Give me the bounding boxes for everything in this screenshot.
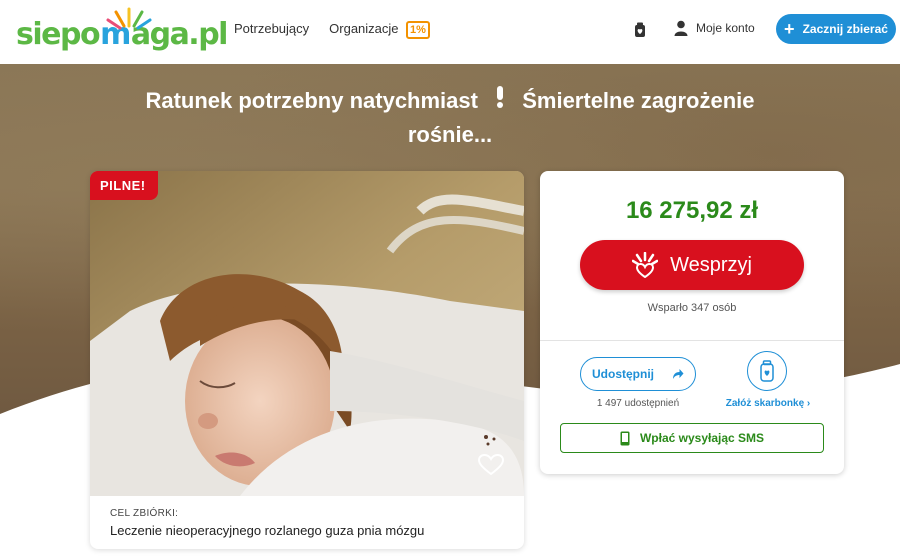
goal-text: Leczenie nieoperacyjnego rozlanego guza … [110, 523, 425, 538]
site-header: siepo m aga.pl Potrzebujący Organizacje 1%… [0, 0, 900, 64]
piggy-bank-icon[interactable] [633, 22, 647, 38]
urgent-badge: PILNE! [90, 171, 158, 200]
fundraiser-title: Ratunek potrzebny natychmiast Śmiertelne… [120, 84, 780, 152]
supporters-count: Wsparło 347 osób [647, 302, 737, 314]
donation-card: 16 275,92 zł Wesprzyj Wsparło 347 osób U… [540, 171, 844, 474]
share-arrow-icon [673, 369, 684, 379]
nav-item-organizacje[interactable]: Organizacje [329, 21, 398, 36]
sun-rays-icon [106, 7, 152, 30]
fundraiser-photo-card[interactable]: PILNE! CEL ZBIÓRKI: Leczenie nieoperacyj… [90, 171, 524, 549]
title-part-1: Ratunek potrzebny natychmiast [145, 88, 478, 113]
hero-section: Ratunek potrzebny natychmiast Śmiertelne… [0, 64, 900, 559]
plus-icon: + [784, 19, 795, 39]
logo[interactable]: siepo m aga.pl [16, 7, 228, 52]
donate-button[interactable]: Wesprzyj [580, 240, 804, 290]
donate-label: Wesprzyj [670, 253, 752, 276]
start-fundraising-button[interactable]: + Zacznij zbierać [776, 14, 896, 44]
goal-label: CEL ZBIÓRKI: [110, 508, 179, 519]
phone-icon [620, 431, 630, 445]
piggy-bank-jar-icon [760, 360, 774, 382]
user-icon [674, 20, 688, 36]
start-fundraising-label: Zacznij zbierać [802, 22, 888, 36]
heart-hand-icon [632, 252, 659, 278]
piggy-bank-button[interactable] [747, 351, 787, 391]
heart-icon[interactable] [478, 454, 504, 476]
account-link[interactable]: Moje konto [674, 20, 755, 36]
exclamation-icon [494, 84, 506, 118]
sms-donate-button[interactable]: Wpłać wysyłając SMS [560, 423, 824, 453]
fundraiser-photo[interactable]: PILNE! [90, 171, 524, 496]
create-piggy-bank-link[interactable]: Załóż skarbonkę › [720, 398, 816, 409]
logo-text-left: siepo [16, 17, 101, 52]
account-label: Moje konto [696, 21, 755, 35]
share-label: Udostępnij [592, 367, 654, 381]
main-nav: Potrzebujący Organizacje [234, 21, 399, 36]
amount-raised: 16 275,92 zł [625, 197, 759, 224]
share-count: 1 497 udostępnień [596, 398, 680, 409]
divider [540, 340, 844, 341]
nav-item-potrzebujacy[interactable]: Potrzebujący [234, 21, 309, 36]
photo-sleeping-child [90, 171, 524, 496]
sms-label: Wpłać wysyłając SMS [639, 431, 765, 445]
share-button[interactable]: Udostępnij [580, 357, 696, 391]
one-percent-badge[interactable]: 1% [406, 21, 430, 39]
